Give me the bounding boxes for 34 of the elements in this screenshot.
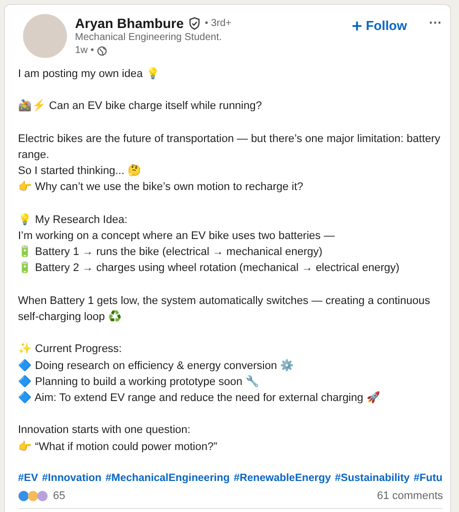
follow-button[interactable]: Follow — [348, 16, 411, 35]
post-text: 🔷 Aim: To extend EV range and reduce the need for external charging 🚀 — [18, 390, 380, 406]
post-text: 👉 Why can’t we use the bike’s own motion to recharge it? — [18, 180, 304, 196]
post-text: Innovation starts with one question: — [18, 423, 190, 438]
post-text: I am posting my own idea 💡 — [18, 66, 160, 82]
more-options-button[interactable]: ··· — [425, 15, 446, 30]
comments-count[interactable]: 61 comments — [376, 490, 443, 502]
post-text: 🚵⚡ Can an EV bike charge itself while running? — [18, 98, 262, 114]
post-text: ✨ Current Progress: — [18, 342, 122, 358]
post-text: When Battery 1 gets low, the system automatically switches — creating a continuous self-charging loop ♻ — [18, 294, 432, 325]
post-text: I’m working on a concept where an EV bike uses two batteries — — [18, 228, 335, 244]
hashtag-link[interactable]: #Innovation — [42, 470, 102, 486]
post-text: Electric bikes are the future of transportation — but there’s one major limitation: battery range. — [18, 132, 442, 163]
author-headline: Mechanical Engineering Student. — [75, 31, 223, 44]
post-text: 🔋 Battery 1 → runs the bike (electrical → mechanical energy) — [18, 244, 322, 260]
post-text: 🔷 Planning to build a working prototype soon 🔧 — [18, 374, 260, 390]
post-text: 💡 My Research Idea: — [18, 212, 128, 228]
hashtag-link[interactable]: #EV — [18, 470, 38, 486]
post-text: So I started thinking... 🤔 — [18, 164, 142, 180]
connection-degree: • 3rd+ — [204, 18, 232, 29]
post-text: 👉 “What if motion could power motion?” — [18, 440, 218, 455]
hashtag-link[interactable]: #Futu — [414, 470, 442, 486]
post-text: 🔷 Doing research on efficiency & energy conversion ⚙ — [18, 358, 294, 374]
reaction-count[interactable]: 65 — [53, 490, 66, 502]
reaction-icons — [18, 490, 50, 502]
post-text: 🔋 Battery 2 → charges using wheel rotation (mechanical → electrical energy) — [18, 260, 400, 276]
plus-icon — [352, 20, 362, 30]
hashtag-link[interactable]: #RenewableEnergy — [234, 470, 331, 486]
globe-icon — [97, 46, 108, 56]
author-name[interactable]: Aryan Bhambure — [75, 16, 184, 31]
hashtag-link[interactable]: #Sustainability — [334, 470, 410, 486]
hashtag-link[interactable]: #MechanicalEngineering — [105, 470, 230, 486]
avatar-placeholder[interactable] — [23, 14, 67, 58]
post-time: 1w • — [75, 44, 94, 57]
